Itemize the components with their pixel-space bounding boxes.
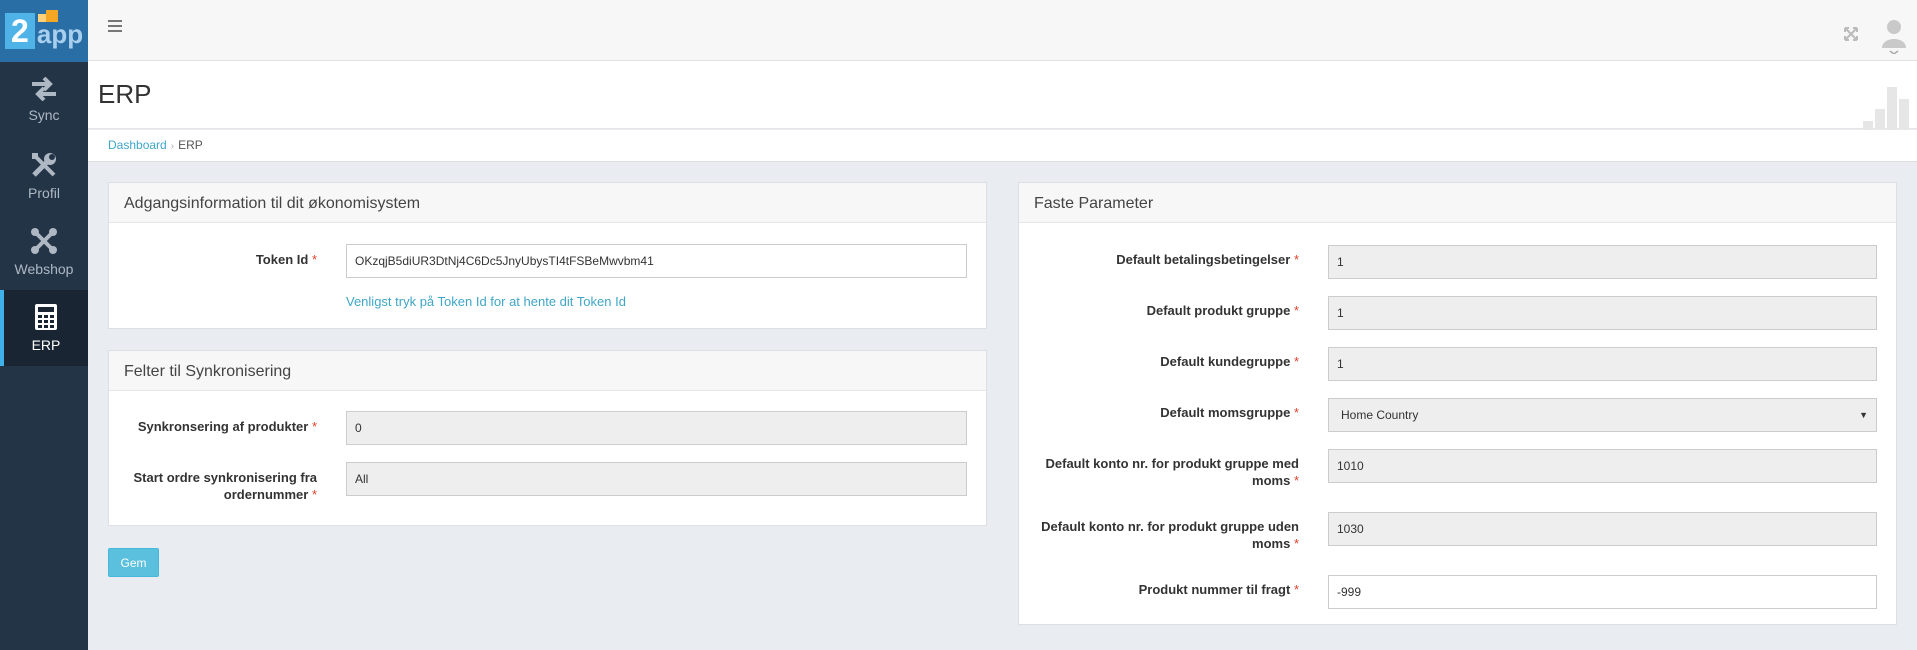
panel-title: Adgangsinformation til dit økonomisystem (109, 183, 986, 223)
order-sync-start-label: Start ordre synkronisering fra ordernumm… (133, 470, 318, 502)
panel-title: Felter til Synkronisering (109, 351, 986, 391)
logo-number: 2 (4, 13, 35, 49)
default-payment-terms-input[interactable]: 1 (1328, 245, 1877, 279)
joomla-icon (31, 228, 57, 254)
top-bar (88, 0, 1917, 61)
access-info-panel: Adgangsinformation til dit økonomisystem… (108, 182, 987, 329)
page-header: ERP (88, 61, 1917, 139)
page-title: ERP (98, 79, 152, 109)
default-account-with-vat-label: Default konto nr. for produkt gruppe med… (1045, 456, 1300, 488)
freight-product-number-input[interactable]: -999 (1328, 575, 1877, 609)
breadcrumb-current: ERP (178, 138, 203, 152)
sidebar-item-label: Sync (28, 107, 60, 123)
products-sync-label: Synkronsering af produkter * (137, 419, 317, 434)
token-id-input[interactable]: OKzqjB5diUR3DtNj4C6Dc5JnyUbysTI4tFSBeMwv… (346, 244, 967, 278)
sidebar-item-sync[interactable]: Sync (0, 62, 88, 138)
default-product-group-label: Default produkt gruppe * (1146, 303, 1299, 318)
sidebar-item-label: Profil (28, 185, 60, 201)
default-account-without-vat-input[interactable]: 1030 (1328, 512, 1877, 546)
default-customer-group-label: Default kundegruppe * (1160, 354, 1299, 369)
calculator-icon (35, 304, 57, 330)
sidebar-item-erp[interactable]: ERP (0, 290, 88, 366)
arrows-icon (32, 77, 56, 101)
breadcrumb-bar: Dashboard › ERP (88, 130, 1917, 162)
fullscreen-icon[interactable] (1843, 26, 1859, 47)
token-id-help-link[interactable]: Venligst tryk på Token Id for at hente d… (346, 294, 626, 309)
logo-square-yellow (38, 14, 46, 22)
logo-square-orange (46, 10, 58, 22)
default-vat-group-value: Home Country (1341, 408, 1419, 422)
breadcrumb-dashboard-link[interactable]: Dashboard (108, 138, 167, 152)
default-account-without-vat-label: Default konto nr. for produkt gruppe ude… (1041, 519, 1299, 551)
default-payment-terms-label: Default betalingsbetingelser * (1116, 252, 1299, 267)
default-vat-group-select[interactable]: Home Country ▼ (1328, 398, 1877, 432)
token-id-label: Token Id * (255, 252, 317, 267)
sidebar-item-webshop[interactable]: Webshop (0, 214, 88, 290)
panel-title: Faste Parameter (1019, 183, 1896, 223)
products-sync-input[interactable]: 0 (346, 411, 967, 445)
menu-toggle-icon[interactable] (108, 20, 122, 35)
default-product-group-input[interactable]: 1 (1328, 296, 1877, 330)
breadcrumb-separator-icon: › (170, 141, 175, 152)
sidebar-item-label: ERP (31, 337, 61, 353)
app-logo[interactable]: 2 app (0, 0, 88, 62)
sidebar-item-profil[interactable]: Profil (0, 138, 88, 214)
logo-word: app (36, 18, 84, 49)
save-button[interactable]: Gem (108, 548, 159, 577)
sidebar: 2 app Sync Profil Webshop ERP (0, 0, 88, 650)
default-account-with-vat-input[interactable]: 1010 (1328, 449, 1877, 483)
freight-product-number-label: Produkt nummer til fragt * (1138, 582, 1299, 597)
default-vat-group-label: Default momsgruppe * (1160, 405, 1299, 420)
order-sync-start-input[interactable]: All (346, 462, 967, 496)
breadcrumb: Dashboard › ERP (108, 138, 203, 152)
sidebar-item-label: Webshop (14, 261, 74, 277)
user-avatar-icon[interactable] (1881, 18, 1907, 59)
sync-fields-panel: Felter til Synkronisering Synkronsering … (108, 350, 987, 526)
fixed-parameters-panel: Faste Parameter Default betalingsbetinge… (1018, 182, 1897, 625)
default-customer-group-input[interactable]: 1 (1328, 347, 1877, 381)
tools-icon (32, 153, 56, 177)
chevron-down-icon: ▼ (1859, 410, 1868, 420)
